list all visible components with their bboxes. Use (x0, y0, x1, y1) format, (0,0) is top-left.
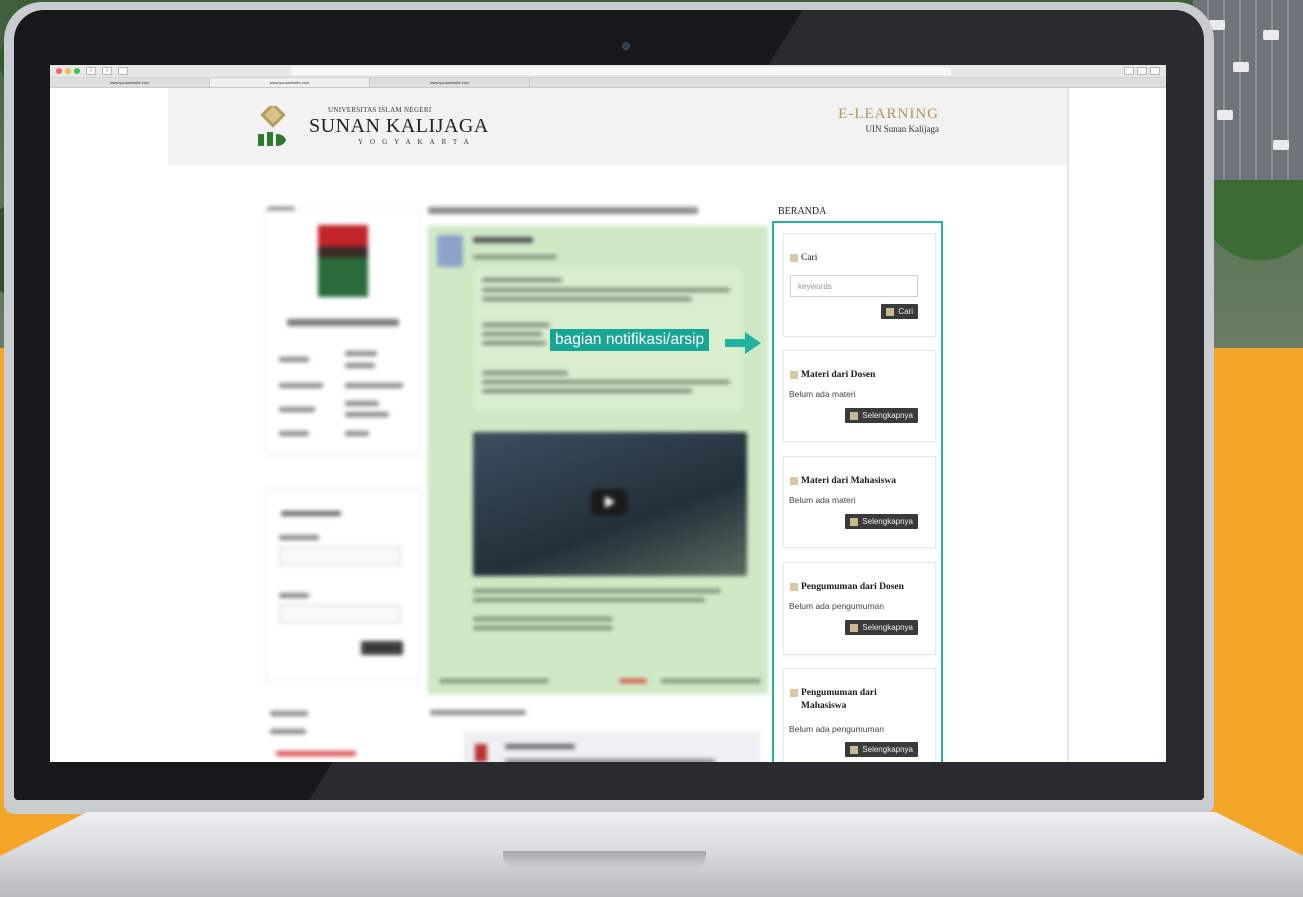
settings-icon[interactable] (1150, 67, 1160, 75)
browser-tab-bar: www.yourwebsite.com www.yourwebsite.com … (50, 78, 1166, 88)
play-icon[interactable] (591, 489, 627, 515)
widget-square-icon (790, 254, 798, 262)
comment-card (464, 733, 760, 762)
widget-square-icon (790, 583, 798, 591)
site-header: UNIVERSITAS ISLAM NEGERI SUNAN KALIJAGA … (168, 88, 1067, 165)
search-button[interactable]: Cari (881, 304, 918, 319)
camera-icon (622, 42, 630, 50)
profile-card (266, 210, 421, 455)
materi-dosen-widget: Materi dari Dosen Belum ada materi Selen… (783, 350, 936, 442)
selengkapnya-label: Selengkapnya (862, 745, 913, 754)
minimize-window-icon[interactable] (65, 68, 71, 74)
widget-square-icon (790, 477, 798, 485)
activity-heading (428, 207, 698, 214)
post-avatar (437, 235, 463, 267)
widget-title: Pengumuman dari Dosen (801, 582, 904, 592)
laptop-screen: ‹ › www.yourwebsite.com www.yourwebsite.… (50, 65, 1166, 762)
university-city: YOGYAKARTA (358, 138, 476, 146)
university-name: SUNAN KALIJAGA (309, 115, 489, 137)
pengumuman-dosen-widget: Pengumuman dari Dosen Belum ada pengumum… (783, 562, 936, 655)
filter-button[interactable] (361, 641, 403, 655)
university-logo-icon[interactable] (258, 106, 288, 151)
materi-mahasiswa-widget: Materi dari Mahasiswa Belum ada materi S… (783, 456, 936, 548)
widget-status: Belum ada materi (789, 495, 856, 505)
video-embed[interactable] (473, 432, 747, 576)
sidebar-icon[interactable] (118, 67, 128, 75)
maximize-window-icon[interactable] (74, 68, 80, 74)
laptop-notch (503, 851, 706, 869)
button-square-icon (850, 746, 859, 754)
activity-post (428, 226, 768, 694)
widget-title: Materi dari Dosen (801, 370, 876, 380)
widget-title: Materi dari Mahasiswa (801, 476, 896, 486)
widget-status: Belum ada pengumuman (789, 601, 884, 611)
arrow-right-icon (725, 332, 761, 354)
selengkapnya-button[interactable]: Selengkapnya (845, 742, 918, 757)
search-button-label: Cari (898, 307, 913, 316)
button-square-icon (850, 624, 859, 632)
share-icon[interactable] (1124, 67, 1134, 75)
year-select[interactable] (279, 547, 401, 565)
pengumuman-mahasiswa-widget: Pengumuman dari Mahasiswa Belum ada peng… (783, 668, 936, 762)
notification-annotation-label: bagian notifikasi/arsip (550, 329, 710, 351)
close-window-icon[interactable] (56, 68, 62, 74)
selengkapnya-label: Selengkapnya (862, 411, 913, 420)
search-widget: Cari keywords Cari (783, 233, 936, 337)
forward-icon[interactable]: › (102, 67, 112, 75)
semester-select[interactable] (279, 605, 401, 623)
elearning-subtitle: UIN Sunan Kalijaga (865, 124, 939, 134)
activity-filter-card (266, 488, 421, 683)
beranda-heading: BERANDA (778, 206, 827, 217)
browser-tab[interactable]: www.yourwebsite.com (210, 78, 370, 87)
widget-title: Pengumuman dari Mahasiswa (801, 688, 877, 711)
selengkapnya-button[interactable]: Selengkapnya (845, 408, 918, 423)
button-square-icon (886, 308, 895, 316)
button-square-icon (850, 412, 859, 420)
address-bar[interactable] (291, 67, 951, 75)
widget-square-icon (790, 371, 798, 379)
browser-tab[interactable]: www.yourwebsite.com (370, 78, 530, 87)
profile-name (287, 319, 399, 326)
selengkapnya-label: Selengkapnya (862, 517, 913, 526)
browser-toolbar: ‹ › (50, 65, 1166, 78)
widget-square-icon (790, 689, 798, 697)
widget-status: Belum ada pengumuman (789, 724, 884, 734)
search-widget-title: Cari (801, 253, 818, 263)
profile-photo (318, 225, 368, 297)
web-page: UNIVERSITAS ISLAM NEGERI SUNAN KALIJAGA … (50, 88, 1166, 762)
search-input[interactable]: keywords (790, 275, 918, 297)
elearning-title: E-LEARNING (838, 106, 939, 122)
university-prefix: UNIVERSITAS ISLAM NEGERI (328, 106, 432, 114)
selengkapnya-label: Selengkapnya (862, 623, 913, 632)
selengkapnya-button[interactable]: Selengkapnya (845, 620, 918, 635)
widget-status: Belum ada materi (789, 389, 856, 399)
button-square-icon (850, 518, 859, 526)
selengkapnya-button[interactable]: Selengkapnya (845, 514, 918, 529)
page-divider (1067, 88, 1069, 762)
tabs-icon[interactable] (1137, 67, 1147, 75)
browser-tab[interactable]: www.yourwebsite.com (50, 78, 210, 87)
back-icon[interactable]: ‹ (86, 67, 96, 75)
